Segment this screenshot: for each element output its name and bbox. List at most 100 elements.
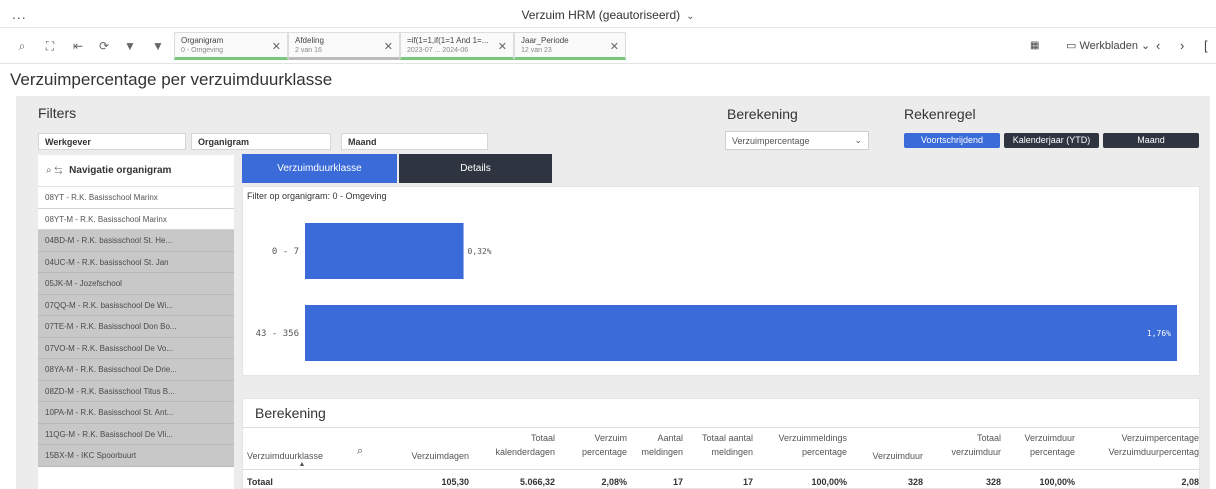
berekening-heading: Berekening [727,106,798,122]
header-text: percentage [1029,447,1075,457]
sheets-button[interactable]: ▭ Werkbladen ⌄ [1066,36,1150,56]
column-header[interactable]: Verzuimpercentage Verzuimduurpercentag [1075,431,1199,459]
chart-canvas: 0 - 7 0,32% 43 - 356 1,76% [256,223,1177,361]
search-icon[interactable]: ⌕ [357,444,363,458]
close-icon[interactable]: ✕ [498,40,507,53]
app-title[interactable]: Verzuim HRM (geautoriseerd) ⌄ [0,8,1216,22]
list-item[interactable]: 04BD-M - R.K. basisschool St. He... [38,230,234,252]
chip-title: =if(1=1,if(1=1 And 1=... [407,36,489,45]
chevron-down-icon: ⌄ [854,135,862,145]
grid-view-icon[interactable]: ▦ [1030,36,1039,56]
berekening-table: Berekening Verzuimduurklasse ⌕ ▲ Verzuim… [242,398,1201,489]
column-header[interactable]: Verzuimduur percentage [1001,431,1075,459]
header-text: verzuimduur [951,447,1001,457]
filter-maand[interactable]: Maand [341,133,488,150]
table-cell: 17 [672,477,683,487]
column-header[interactable]: Verzuimduur [847,449,923,463]
sort-ascending-icon: ▲ [298,461,306,468]
list-item[interactable]: 08YA-M - R.K. Basisschool De Drie... [38,359,234,381]
smart-search-icon[interactable]: ⌕ [14,38,30,54]
filters-heading: Filters [38,105,77,121]
category-label: 0 - 7 [272,247,299,257]
table-cell: 2,08% [601,477,627,487]
clear-filter-icon[interactable]: ▼ [122,38,138,54]
close-icon[interactable]: ✕ [384,40,393,53]
nav-header[interactable]: ⌕ ⇆ Navigatie organigram [38,155,234,187]
sheets-icon: ▭ [1066,40,1077,52]
header-text: meldingen [711,447,753,457]
bar-chart: Filter op organigram: 0 - Omgeving 0 - 7… [242,186,1200,376]
header-text: meldingen [641,447,683,457]
tab-details[interactable]: Details [399,154,552,183]
column-header[interactable]: Verzuimdagen [383,449,469,463]
list-item[interactable]: 07VO-M - R.K. Basisschool De Vo... [38,337,234,359]
close-icon[interactable]: ✕ [610,40,619,53]
filter-chip-jaar-periode[interactable]: Jaar_Periode 12 van 23 ✕ [514,32,626,60]
header-text: percentage [801,447,847,457]
filter-werkgever[interactable]: Werkgever [38,133,186,150]
chevron-down-icon: ⌄ [686,11,695,22]
next-sheet-icon[interactable]: › [1180,36,1184,56]
column-header[interactable]: Totaal verzuimduur [923,431,1001,459]
chip-title: Organigram [181,36,224,45]
data-label: 0,32% [468,247,492,256]
search-icon[interactable]: ⌕ ⇆ [46,165,62,176]
berekening-selected: Verzuimpercentage [732,136,810,146]
header-text: Verzuimduur [1024,433,1075,443]
header-text: Verzuimmeldings [778,433,847,443]
lock-filter-icon[interactable]: ▼ [150,38,166,54]
filter-chip-afdeling[interactable]: Afdeling 2 van 16 ✕ [288,32,400,60]
header-text: Verzuimduur [872,451,923,461]
list-item[interactable]: 07QQ-M - R.K. basisschool De Wi... [38,294,234,316]
table-cell: 328 [985,477,1001,487]
table-title: Berekening [255,405,326,421]
divider [243,469,1201,470]
table-cell: Totaal [247,477,273,487]
column-header[interactable]: Verzuimmeldings percentage [753,431,847,459]
edit-sheet-icon[interactable]: [ [1204,36,1208,56]
divider [243,427,1201,428]
tab-verzuimduurklasse[interactable]: Verzuimduurklasse [242,154,397,183]
app-title-text: Verzuim HRM (geautoriseerd) [521,8,681,22]
rekenregel-kalenderjaar-button[interactable]: Kalenderjaar (YTD) [1004,133,1099,148]
column-header[interactable]: Totaal aantal meldingen [683,431,753,459]
selections-toolbar: ⌕ ⛶ ⇤ ⟳ ▼ ▼ Organigram 0 - Omgeving ✕ Af… [0,28,1216,64]
list-item[interactable]: 04UC-M - R.K. basisschool St. Jan [38,251,234,273]
rekenregel-maand-button[interactable]: Maand [1103,133,1199,148]
filter-organigram[interactable]: Organigram [191,133,331,150]
page-title: Verzuimpercentage per verzuimduurklasse [10,70,333,89]
header-text: Verzuim [594,433,627,443]
list-item[interactable]: 05JK-M - Jozefschool [38,273,234,295]
step-back-icon[interactable]: ⇤ [70,38,86,54]
header-text: Verzuimpercentage [1121,433,1199,443]
table-cell: 100,00% [811,477,847,487]
chip-title: Jaar_Periode [521,36,569,45]
list-item[interactable]: 08YT - R.K. Basisschool Marinx [38,187,234,209]
filter-chip-period-formula[interactable]: =if(1=1,if(1=1 And 1=... 2023-07 ... 202… [400,32,514,60]
berekening-select[interactable]: Verzuimpercentage ⌄ [725,131,869,150]
rekenregel-voortschrijdend-button[interactable]: Voortschrijdend [904,133,1000,148]
header-text: kalenderdagen [495,447,555,457]
previous-sheet-icon[interactable]: ‹ [1156,36,1160,56]
table-cell: 17 [742,477,753,487]
close-icon[interactable]: ✕ [272,40,281,53]
column-header[interactable]: Totaal kalenderdagen [469,431,555,459]
filter-chip-organigram[interactable]: Organigram 0 - Omgeving ✕ [174,32,288,60]
list-item[interactable]: 08YT-M - R.K. Basisschool Marinx [38,209,234,230]
list-item[interactable]: 07TE-M - R.K. Basisschool Don Bo... [38,316,234,338]
column-header[interactable]: Verzuim percentage [555,431,627,459]
bar[interactable] [305,223,464,279]
step-forward-icon[interactable]: ⟳ [96,38,112,54]
chip-title: Afdeling [295,36,324,45]
list-item[interactable]: 10PA-M - R.K. Basisschool St. Ant... [38,402,234,424]
header-text: percentage [581,447,627,457]
list-item[interactable]: 11QG-M - R.K. Basisschool De Vli... [38,423,234,445]
selections-tool-icon[interactable]: ⛶ [42,38,58,54]
list-item[interactable]: 15BX-M - IKC Spoorbuurt [38,445,234,467]
data-label: 1,76% [1147,329,1171,338]
list-item[interactable]: 08ZD-M - R.K. Basisschool Titus B... [38,380,234,402]
rekenregel-heading: Rekenregel [904,106,976,122]
bar[interactable] [305,305,1177,361]
column-header[interactable]: Aantal meldingen [627,431,683,459]
chip-sub: 2023-07 ... 2024-06 [407,47,469,54]
